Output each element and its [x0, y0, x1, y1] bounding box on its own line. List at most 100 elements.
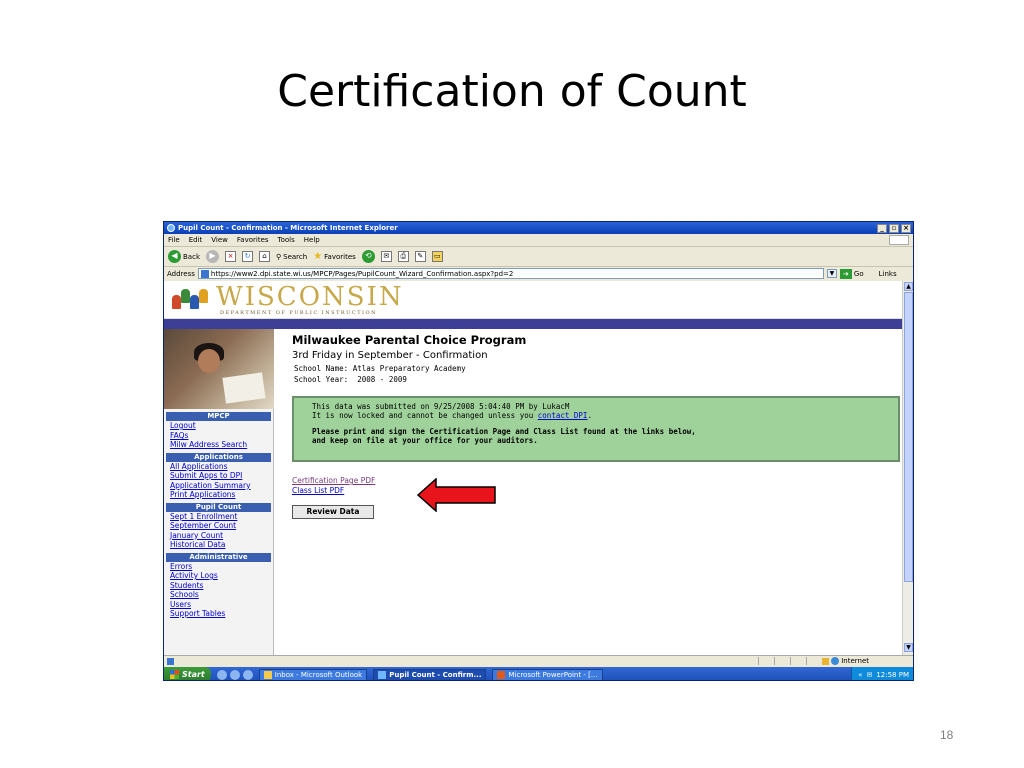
scroll-down-icon[interactable]: ▼	[904, 643, 913, 652]
task-powerpoint[interactable]: Microsoft PowerPoint - [...	[492, 668, 603, 680]
review-data-button[interactable]: Review Data	[292, 505, 374, 519]
favorites-label: Favorites	[324, 252, 356, 261]
address-bar: Address https://www2.dpi.state.wi.us/MPC…	[164, 266, 913, 280]
back-label: Back	[183, 252, 200, 261]
close-button[interactable]: ×	[901, 223, 911, 233]
sidebar-link-students[interactable]: Students	[164, 581, 273, 591]
address-input[interactable]: https://www2.dpi.state.wi.us/MPCP/Pages/…	[197, 268, 824, 279]
sidebar-link-application-summary[interactable]: Application Summary	[164, 481, 273, 491]
red-arrow-icon	[417, 478, 496, 512]
certification-page-pdf-link[interactable]: Certification Page PDF	[292, 476, 902, 485]
system-tray: « ✉ 12:58 PM	[851, 667, 913, 680]
quick-launch-ie-icon[interactable]	[216, 669, 227, 680]
start-button[interactable]: Start	[164, 667, 211, 680]
tray-expand-icon[interactable]: «	[858, 671, 862, 679]
sidebar-link-users[interactable]: Users	[164, 600, 273, 610]
program-title: Milwaukee Parental Choice Program	[292, 333, 527, 347]
favorites-button[interactable]: ★ Favorites	[313, 251, 356, 262]
folder-icon[interactable]: ▭	[431, 251, 443, 262]
sidebar: MPCP Logout FAQs Milw Address Search App…	[164, 329, 274, 655]
sidebar-link-submit-apps[interactable]: Submit Apps to DPI	[164, 471, 273, 481]
class-list-pdf-link[interactable]: Class List PDF	[292, 486, 902, 495]
task-outlook[interactable]: Inbox - Microsoft Outlook	[258, 668, 368, 680]
back-arrow-icon: ◀	[168, 250, 181, 263]
notice-submitted: This data was submitted on 9/25/2008 5:0…	[312, 402, 570, 411]
quick-launch-desktop-icon[interactable]	[242, 669, 253, 680]
taskbar: Start Inbox - Microsoft Outlook Pupil Co…	[164, 667, 913, 680]
confirmation-notice: This data was submitted on 9/25/2008 5:0…	[292, 396, 900, 462]
edit-icon[interactable]: ✎	[414, 251, 426, 262]
sidebar-link-errors[interactable]: Errors	[164, 562, 273, 572]
scroll-thumb[interactable]	[904, 292, 913, 582]
print-icon[interactable]: ⎙	[397, 251, 409, 262]
menu-view[interactable]: View	[211, 236, 228, 244]
notice-locked-text: It is now locked and cannot be changed u…	[312, 411, 538, 420]
menu-favorites[interactable]: Favorites	[237, 236, 269, 244]
search-icon: ⚲	[276, 252, 282, 261]
task-powerpoint-label: Microsoft PowerPoint - [...	[508, 670, 598, 679]
menu-bar: File Edit View Favorites Tools Help	[164, 234, 913, 246]
title-bar[interactable]: Pupil Count - Confirmation - Microsoft I…	[164, 222, 913, 234]
address-url: https://www2.dpi.state.wi.us/MPCP/Pages/…	[210, 269, 514, 278]
sidebar-link-logout[interactable]: Logout	[164, 421, 273, 431]
sidebar-link-sept-enrollment[interactable]: Sept 1 Enrollment	[164, 512, 273, 522]
contact-dpi-link[interactable]: contact DPI	[538, 411, 588, 420]
menu-file[interactable]: File	[168, 236, 180, 244]
page-content: WISCONSIN DEPARTMENT OF PUBLIC INSTRUCTI…	[164, 281, 902, 655]
maximize-button[interactable]: ▫	[889, 223, 899, 233]
sidebar-link-all-applications[interactable]: All Applications	[164, 462, 273, 472]
menu-help[interactable]: Help	[304, 236, 320, 244]
windows-logo-icon	[889, 235, 909, 245]
site-logo-subtitle: DEPARTMENT OF PUBLIC INSTRUCTION	[220, 309, 377, 316]
menu-tools[interactable]: Tools	[278, 236, 295, 244]
school-name: School Name: Atlas Preparatory Academy	[294, 364, 466, 373]
task-outlook-label: Inbox - Microsoft Outlook	[274, 670, 363, 679]
menu-edit[interactable]: Edit	[189, 236, 203, 244]
forward-button[interactable]: ▶	[206, 250, 219, 263]
slide-title: Certification of Count	[277, 66, 747, 117]
scroll-up-icon[interactable]: ▲	[904, 282, 913, 291]
windows-flag-icon	[170, 670, 179, 679]
status-bar: Internet	[164, 655, 913, 666]
address-dropdown-icon[interactable]: ▼	[826, 269, 837, 278]
sidebar-section-administrative: Administrative	[166, 552, 271, 562]
powerpoint-icon	[497, 670, 506, 679]
history-icon[interactable]: ⟲	[361, 250, 375, 263]
sidebar-link-historical-data[interactable]: Historical Data	[164, 540, 273, 550]
address-label: Address	[167, 269, 195, 278]
stop-icon[interactable]: ×	[225, 251, 236, 262]
links-label[interactable]: Links	[879, 270, 897, 278]
sidebar-link-january-count[interactable]: January Count	[164, 531, 273, 541]
mail-icon[interactable]: ✉	[380, 251, 392, 262]
clock: 12:58 PM	[876, 670, 909, 679]
sidebar-link-support-tables[interactable]: Support Tables	[164, 609, 273, 619]
quick-launch-refresh-icon[interactable]	[229, 669, 240, 680]
quick-launch	[216, 669, 253, 680]
refresh-icon[interactable]: ↻	[242, 251, 253, 262]
main-content: Milwaukee Parental Choice Program 3rd Fr…	[292, 333, 902, 519]
sidebar-link-schools[interactable]: Schools	[164, 590, 273, 600]
notice-locked: It is now locked and cannot be changed u…	[312, 411, 880, 420]
tray-mail-icon[interactable]: ✉	[866, 671, 872, 679]
star-icon: ★	[313, 251, 323, 262]
outlook-icon	[263, 670, 272, 679]
go-button[interactable]: ➔ Go	[839, 268, 864, 279]
page-subtitle: 3rd Friday in September - Confirmation	[292, 350, 488, 361]
sidebar-link-address-search[interactable]: Milw Address Search	[164, 440, 273, 450]
go-label: Go	[853, 269, 864, 278]
minimize-button[interactable]: _	[877, 223, 887, 233]
search-button[interactable]: ⚲ Search	[276, 253, 307, 261]
lock-icon	[822, 657, 830, 665]
sidebar-section-mpcp: MPCP	[166, 412, 271, 421]
vertical-scrollbar[interactable]: ▲ ▼	[902, 281, 913, 655]
home-icon[interactable]: ⌂	[259, 251, 270, 262]
task-ie[interactable]: Pupil Count - Confirm...	[373, 668, 487, 680]
sidebar-link-faqs[interactable]: FAQs	[164, 431, 273, 441]
sidebar-link-print-applications[interactable]: Print Applications	[164, 490, 273, 500]
sidebar-link-activity-logs[interactable]: Activity Logs	[164, 571, 273, 581]
internet-zone-icon	[831, 657, 840, 665]
task-ie-label: Pupil Count - Confirm...	[389, 670, 482, 679]
go-arrow-icon: ➔	[839, 268, 852, 279]
sidebar-link-september-count[interactable]: September Count	[164, 521, 273, 531]
back-button[interactable]: ◀ Back	[168, 250, 200, 263]
